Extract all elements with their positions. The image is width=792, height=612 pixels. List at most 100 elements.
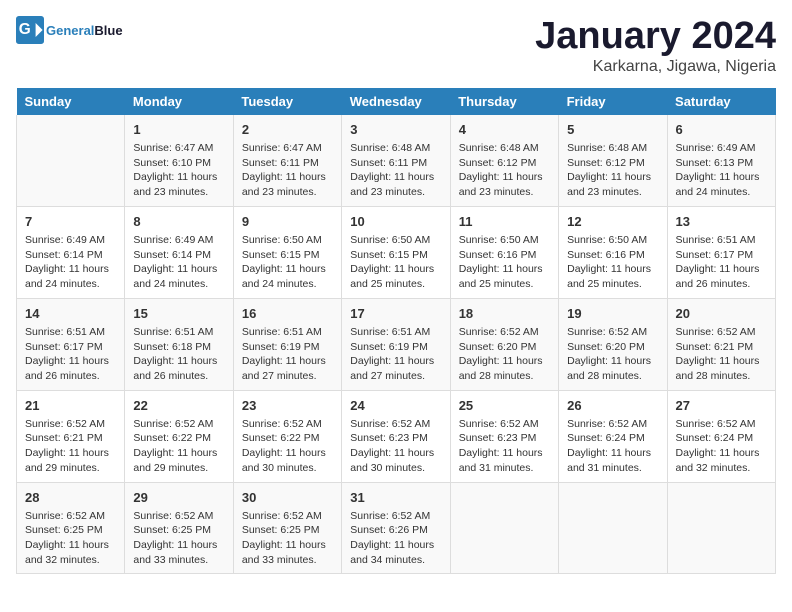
calendar-cell: 27Sunrise: 6:52 AM Sunset: 6:24 PM Dayli… — [667, 390, 775, 482]
day-info: Sunrise: 6:47 AM Sunset: 6:11 PM Dayligh… — [242, 141, 333, 200]
calendar-cell: 9 Sunrise: 6:50 AM Sunset: 6:15 PM Daylig… — [233, 206, 341, 298]
day-info: Sunrise: 6:49 AM Sunset: 6:14 PM Dayligh… — [133, 233, 224, 292]
day-number: 21 — [25, 397, 116, 415]
calendar-cell: 22 Sunrise: 6:52 AM Sunset: 6:22 PM Dayli… — [125, 390, 233, 482]
column-header-friday: Friday — [559, 88, 667, 115]
page-header: G GeneralBlue January 2024 Karkarna, Jig… — [16, 16, 776, 76]
calendar-cell — [17, 115, 125, 206]
calendar-cell: 15Sunrise: 6:51 AM Sunset: 6:18 PM Dayli… — [125, 298, 233, 390]
day-info: Sunrise: 6:52 AM Sunset: 6:21 PM Dayligh… — [676, 325, 767, 384]
day-number: 25 — [459, 397, 550, 415]
day-info: Sunrise: 6:51 AM Sunset: 6:17 PM Dayligh… — [676, 233, 767, 292]
calendar-table: SundayMondayTuesdayWednesdayThursdayFrid… — [16, 88, 776, 575]
day-number: 9 — [242, 213, 333, 231]
calendar-cell: 28 Sunrise: 6:52 AM Sunset: 6:25 PM Dayli… — [17, 482, 125, 574]
day-number: 22 — [133, 397, 224, 415]
calendar-cell: 1Sunrise: 6:47 AM Sunset: 6:10 PM Daylig… — [125, 115, 233, 206]
day-info: Sunrise: 6:48 AM Sunset: 6:11 PM Dayligh… — [350, 141, 441, 200]
day-info: Sunrise: 6:48 AM Sunset: 6:12 PM Dayligh… — [459, 141, 550, 200]
day-number: 17 — [350, 305, 441, 323]
day-number: 2 — [242, 121, 333, 139]
month-title: January 2024 — [535, 16, 776, 58]
day-info: Sunrise: 6:49 AM Sunset: 6:14 PM Dayligh… — [25, 233, 116, 292]
day-number: 30 — [242, 489, 333, 507]
day-number: 6 — [676, 121, 767, 139]
day-info: Sunrise: 6:52 AM Sunset: 6:22 PM Dayligh… — [133, 417, 224, 476]
day-number: 14 — [25, 305, 116, 323]
column-header-thursday: Thursday — [450, 88, 558, 115]
calendar-cell: 7 Sunrise: 6:49 AM Sunset: 6:14 PM Daylig… — [17, 206, 125, 298]
day-info: Sunrise: 6:52 AM Sunset: 6:23 PM Dayligh… — [459, 417, 550, 476]
day-info: Sunrise: 6:52 AM Sunset: 6:26 PM Dayligh… — [350, 509, 441, 568]
day-info: Sunrise: 6:52 AM Sunset: 6:24 PM Dayligh… — [676, 417, 767, 476]
logo: G GeneralBlue — [16, 16, 123, 44]
calendar-week-row: 7 Sunrise: 6:49 AM Sunset: 6:14 PM Daylig… — [17, 206, 776, 298]
calendar-cell: 30Sunrise: 6:52 AM Sunset: 6:25 PM Dayli… — [233, 482, 341, 574]
calendar-cell: 18 Sunrise: 6:52 AM Sunset: 6:20 PM Dayli… — [450, 298, 558, 390]
calendar-cell: 23 Sunrise: 6:52 AM Sunset: 6:22 PM Dayli… — [233, 390, 341, 482]
calendar-cell: 20 Sunrise: 6:52 AM Sunset: 6:21 PM Dayli… — [667, 298, 775, 390]
day-number: 31 — [350, 489, 441, 507]
column-header-sunday: Sunday — [17, 88, 125, 115]
title-block: January 2024 Karkarna, Jigawa, Nigeria — [535, 16, 776, 76]
calendar-cell: 11 Sunrise: 6:50 AM Sunset: 6:16 PM Dayli… — [450, 206, 558, 298]
calendar-week-row: 14 Sunrise: 6:51 AM Sunset: 6:17 PM Dayli… — [17, 298, 776, 390]
day-info: Sunrise: 6:52 AM Sunset: 6:22 PM Dayligh… — [242, 417, 333, 476]
day-number: 11 — [459, 213, 550, 231]
calendar-cell: 19Sunrise: 6:52 AM Sunset: 6:20 PM Dayli… — [559, 298, 667, 390]
day-number: 7 — [25, 213, 116, 231]
calendar-week-row: 28 Sunrise: 6:52 AM Sunset: 6:25 PM Dayli… — [17, 482, 776, 574]
calendar-cell: 25 Sunrise: 6:52 AM Sunset: 6:23 PM Dayli… — [450, 390, 558, 482]
calendar-cell — [667, 482, 775, 574]
calendar-cell: 2 Sunrise: 6:47 AM Sunset: 6:11 PM Daylig… — [233, 115, 341, 206]
calendar-cell: 12Sunrise: 6:50 AM Sunset: 6:16 PM Dayli… — [559, 206, 667, 298]
day-info: Sunrise: 6:51 AM Sunset: 6:17 PM Dayligh… — [25, 325, 116, 384]
day-number: 28 — [25, 489, 116, 507]
calendar-cell: 17 Sunrise: 6:51 AM Sunset: 6:19 PM Dayli… — [342, 298, 450, 390]
day-info: Sunrise: 6:50 AM Sunset: 6:16 PM Dayligh… — [567, 233, 658, 292]
day-info: Sunrise: 6:52 AM Sunset: 6:23 PM Dayligh… — [350, 417, 441, 476]
calendar-cell: 3Sunrise: 6:48 AM Sunset: 6:11 PM Daylig… — [342, 115, 450, 206]
day-info: Sunrise: 6:52 AM Sunset: 6:25 PM Dayligh… — [133, 509, 224, 568]
day-number: 24 — [350, 397, 441, 415]
calendar-week-row: 1Sunrise: 6:47 AM Sunset: 6:10 PM Daylig… — [17, 115, 776, 206]
day-info: Sunrise: 6:51 AM Sunset: 6:19 PM Dayligh… — [350, 325, 441, 384]
day-info: Sunrise: 6:48 AM Sunset: 6:12 PM Dayligh… — [567, 141, 658, 200]
logo-icon: G — [16, 16, 44, 44]
calendar-cell: 14 Sunrise: 6:51 AM Sunset: 6:17 PM Dayli… — [17, 298, 125, 390]
day-number: 29 — [133, 489, 224, 507]
calendar-cell: 10 Sunrise: 6:50 AM Sunset: 6:15 PM Dayli… — [342, 206, 450, 298]
day-info: Sunrise: 6:52 AM Sunset: 6:20 PM Dayligh… — [567, 325, 658, 384]
calendar-cell: 5Sunrise: 6:48 AM Sunset: 6:12 PM Daylig… — [559, 115, 667, 206]
calendar-cell: 31 Sunrise: 6:52 AM Sunset: 6:26 PM Dayli… — [342, 482, 450, 574]
day-info: Sunrise: 6:50 AM Sunset: 6:15 PM Dayligh… — [350, 233, 441, 292]
column-header-saturday: Saturday — [667, 88, 775, 115]
logo-blue: Blue — [94, 23, 122, 38]
calendar-cell: 29 Sunrise: 6:52 AM Sunset: 6:25 PM Dayli… — [125, 482, 233, 574]
calendar-cell: 24 Sunrise: 6:52 AM Sunset: 6:23 PM Dayli… — [342, 390, 450, 482]
day-number: 15 — [133, 305, 224, 323]
location: Karkarna, Jigawa, Nigeria — [535, 58, 776, 76]
day-number: 8 — [133, 213, 224, 231]
day-info: Sunrise: 6:52 AM Sunset: 6:25 PM Dayligh… — [25, 509, 116, 568]
day-info: Sunrise: 6:52 AM Sunset: 6:21 PM Dayligh… — [25, 417, 116, 476]
calendar-header-row: SundayMondayTuesdayWednesdayThursdayFrid… — [17, 88, 776, 115]
day-info: Sunrise: 6:47 AM Sunset: 6:10 PM Dayligh… — [133, 141, 224, 200]
day-info: Sunrise: 6:52 AM Sunset: 6:20 PM Dayligh… — [459, 325, 550, 384]
day-info: Sunrise: 6:51 AM Sunset: 6:19 PM Dayligh… — [242, 325, 333, 384]
calendar-cell: 13 Sunrise: 6:51 AM Sunset: 6:17 PM Dayli… — [667, 206, 775, 298]
day-number: 18 — [459, 305, 550, 323]
calendar-cell: 4 Sunrise: 6:48 AM Sunset: 6:12 PM Daylig… — [450, 115, 558, 206]
day-info: Sunrise: 6:52 AM Sunset: 6:24 PM Dayligh… — [567, 417, 658, 476]
calendar-cell: 16Sunrise: 6:51 AM Sunset: 6:19 PM Dayli… — [233, 298, 341, 390]
svg-text:G: G — [19, 21, 31, 38]
calendar-cell — [450, 482, 558, 574]
day-info: Sunrise: 6:50 AM Sunset: 6:16 PM Dayligh… — [459, 233, 550, 292]
day-number: 13 — [676, 213, 767, 231]
day-number: 10 — [350, 213, 441, 231]
day-number: 23 — [242, 397, 333, 415]
day-number: 20 — [676, 305, 767, 323]
day-info: Sunrise: 6:50 AM Sunset: 6:15 PM Dayligh… — [242, 233, 333, 292]
calendar-week-row: 21 Sunrise: 6:52 AM Sunset: 6:21 PM Dayli… — [17, 390, 776, 482]
day-number: 4 — [459, 121, 550, 139]
